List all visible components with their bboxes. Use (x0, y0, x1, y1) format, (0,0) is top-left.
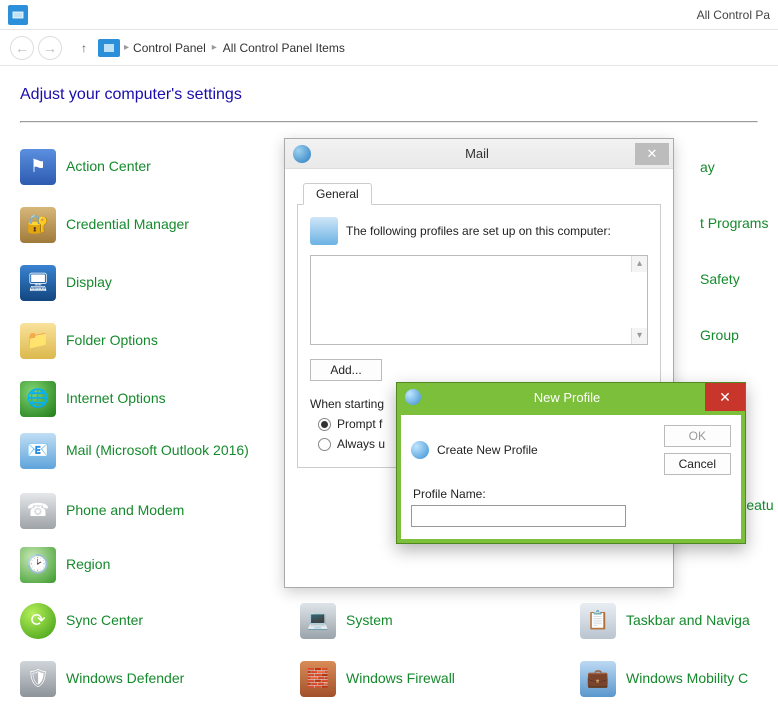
safe-icon: 🔐 (20, 207, 56, 243)
cp-item-autoplay[interactable]: ay (700, 159, 778, 176)
cp-item-label: Safety (700, 271, 740, 288)
dialog-title-bar[interactable]: New Profile ✕ (397, 383, 745, 411)
cp-item-mail[interactable]: 📧 Mail (Microsoft Outlook 2016) (20, 433, 280, 469)
chevron-right-icon: ▸ (212, 42, 217, 53)
mail-globe-icon (293, 145, 311, 163)
up-button[interactable]: ↑ (74, 41, 94, 55)
cp-item-label: Credential Manager (66, 216, 189, 233)
create-profile-label: Create New Profile (437, 443, 538, 457)
tab-strip: General (297, 179, 661, 205)
ok-button[interactable]: OK (664, 425, 731, 447)
cancel-button[interactable]: Cancel (664, 453, 731, 475)
cp-item-taskbar[interactable]: 📋 Taskbar and Naviga (580, 603, 778, 639)
control-panel-icon (8, 5, 28, 25)
cp-item-windows-firewall[interactable]: 🧱 Windows Firewall (300, 661, 560, 697)
cp-item-label: Windows Firewall (346, 670, 455, 687)
close-button[interactable]: ✕ (635, 143, 669, 165)
cp-item-label: Taskbar and Naviga (626, 612, 750, 629)
radio-icon (318, 438, 331, 451)
profiles-icon (310, 217, 338, 245)
tab-general[interactable]: General (303, 183, 372, 205)
back-button[interactable]: ← (10, 36, 34, 60)
sync-icon: ⟳ (20, 603, 56, 639)
radio-label: Prompt f (337, 417, 382, 431)
radio-icon (318, 418, 331, 431)
cp-item-system[interactable]: 💻 System (300, 603, 560, 639)
cp-item-label: System (346, 612, 393, 629)
cp-item-label: Action Center (66, 158, 151, 175)
cp-item-default-programs[interactable]: t Programs (700, 215, 778, 232)
page-title: Adjust your computer's settings (0, 66, 778, 114)
forward-button[interactable]: → (38, 36, 62, 60)
dialog-title-bar[interactable]: Mail ✕ (285, 139, 673, 169)
cp-item-label: Mail (Microsoft Outlook 2016) (66, 442, 249, 459)
firewall-icon: 🧱 (300, 661, 336, 697)
scroll-up-button[interactable]: ▴ (631, 256, 647, 272)
cp-item-windows-defender[interactable]: 🛡 Windows Defender (20, 661, 280, 697)
navigation-bar: ← → ↑ ▸ Control Panel ▸ All Control Pane… (0, 30, 778, 66)
profile-globe-icon (411, 441, 429, 459)
cp-item-sync-center[interactable]: ⟳ Sync Center (20, 603, 280, 639)
cp-item-label: Region (66, 556, 110, 573)
cp-item-label: Group (700, 327, 739, 344)
breadcrumb-root[interactable]: Control Panel (133, 41, 206, 55)
new-profile-dialog: New Profile ✕ Create New Profile OK Canc… (396, 382, 746, 544)
cp-item-homegroup[interactable]: Group (700, 327, 778, 344)
profiles-intro-text: The following profiles are set up on thi… (346, 224, 611, 238)
taskbar-icon: 📋 (580, 603, 616, 639)
phone-icon: ☎ (20, 493, 56, 529)
scroll-down-button[interactable]: ▾ (631, 328, 647, 344)
cp-item-region[interactable]: 🕑 Region (20, 547, 280, 583)
cp-item-label: ay (700, 159, 715, 176)
dialog-title: Mail (319, 146, 635, 161)
globe-icon: 🌐 (20, 381, 56, 417)
items-area: ⚑ Action Center 🔐 Credential Manager 🖥 D… (0, 121, 778, 123)
cp-item-folder-options[interactable]: 📁 Folder Options (20, 323, 280, 359)
system-icon: 💻 (300, 603, 336, 639)
cp-item-label: Folder Options (66, 332, 158, 349)
flag-icon: ⚑ (20, 149, 56, 185)
cp-item-family-safety[interactable]: Safety (700, 271, 778, 288)
mobility-icon: 💼 (580, 661, 616, 697)
clock-globe-icon: 🕑 (20, 547, 56, 583)
defender-icon: 🛡 (20, 661, 56, 697)
cp-item-credential-manager[interactable]: 🔐 Credential Manager (20, 207, 280, 243)
window-title-bar: All Control Pa (0, 0, 778, 30)
cp-item-display[interactable]: 🖥 Display (20, 265, 280, 301)
profile-globe-icon (405, 389, 421, 405)
control-panel-icon (98, 39, 120, 57)
profile-name-label: Profile Name: (413, 487, 731, 501)
cp-item-label: Sync Center (66, 612, 143, 629)
mail-icon: 📧 (20, 433, 56, 469)
cp-item-label: Internet Options (66, 390, 166, 407)
display-icon: 🖥 (20, 265, 56, 301)
cp-item-label: Display (66, 274, 112, 291)
profile-name-input[interactable] (411, 505, 626, 527)
folder-icon: 📁 (20, 323, 56, 359)
close-button[interactable]: ✕ (705, 383, 745, 411)
breadcrumb-current[interactable]: All Control Panel Items (223, 41, 345, 55)
radio-label: Always u (337, 437, 385, 451)
window-title: All Control Pa (697, 8, 770, 22)
cp-item-phone-and-modem[interactable]: ☎ Phone and Modem (20, 493, 280, 529)
cp-item-label: Windows Defender (66, 670, 184, 687)
dialog-title: New Profile (429, 390, 705, 405)
cp-item-internet-options[interactable]: 🌐 Internet Options (20, 381, 280, 417)
profile-list[interactable]: ▴ ▾ (310, 255, 648, 345)
add-profile-button[interactable]: Add... (310, 359, 382, 381)
cp-item-label: Windows Mobility C (626, 670, 748, 687)
chevron-right-icon: ▸ (124, 42, 129, 53)
cp-item-label: Phone and Modem (66, 502, 184, 519)
cp-item-windows-mobility[interactable]: 💼 Windows Mobility C (580, 661, 778, 697)
cp-item-label: t Programs (700, 215, 768, 232)
cp-item-action-center[interactable]: ⚑ Action Center (20, 149, 280, 185)
